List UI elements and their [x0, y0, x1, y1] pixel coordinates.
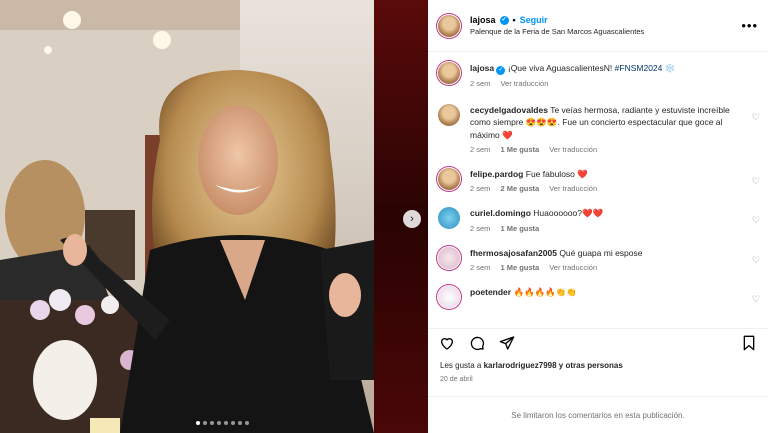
carousel-dot [245, 421, 249, 425]
post-header: lajosa ✓ • Seguir Palenque de la Feria d… [428, 0, 768, 52]
more-horizontal-icon[interactable]: ••• [741, 18, 758, 33]
comment-time[interactable]: 2 sem [470, 184, 490, 193]
post-media[interactable]: › [0, 0, 428, 433]
comment-body: Qué guapa mi espose [559, 247, 643, 258]
caption-username[interactable]: lajosa [470, 63, 494, 73]
heart-icon[interactable] [438, 334, 456, 352]
follow-button[interactable]: Seguir [520, 14, 548, 26]
comments-list[interactable]: lajosa ✓ ¡Que viva AguascalientesN! #FNS… [428, 52, 768, 324]
carousel-dot [224, 421, 228, 425]
caption-emoji: ❄️ [664, 63, 676, 73]
comment-likes[interactable]: 1 Me gusta [500, 224, 539, 233]
comment-item: fhermosajosafan2005 Qué guapa mi espose … [428, 246, 768, 272]
comment-translate[interactable]: Ver traducción [549, 145, 597, 154]
verified-badge-icon: ✓ [496, 66, 506, 75]
comment-time[interactable]: 2 sem [470, 263, 490, 272]
comment-username[interactable]: curiel.domingo [470, 208, 531, 218]
comment-translate[interactable]: Ver traducción [549, 263, 597, 272]
heart-icon[interactable]: ♡ [752, 176, 760, 187]
commenter-avatar[interactable] [438, 167, 460, 190]
heart-icon[interactable]: ♡ [752, 112, 760, 123]
likes-suffix[interactable]: y otras personas [559, 361, 623, 370]
comment-username[interactable]: felipe.pardog [470, 169, 523, 179]
comment-item: cecydelgadovaldes Te veías hermosa, radi… [428, 104, 768, 154]
chevron-right-icon: › [410, 213, 414, 225]
comment-username[interactable]: cecydelgadovaldes [470, 105, 548, 115]
comment-text: fhermosajosafan2005 Qué guapa mi espose [470, 247, 750, 259]
next-photo-button[interactable]: › [403, 210, 421, 228]
comment-body: Huaoooooo?❤️❤️ [533, 208, 604, 219]
comment-likes[interactable]: 1 Me gusta [500, 145, 539, 154]
carousel-dot [217, 421, 221, 425]
likes-prefix: Les gusta a [440, 361, 482, 370]
carousel-dot [238, 421, 242, 425]
comment-time[interactable]: 2 sem [470, 224, 490, 233]
share-icon[interactable] [498, 334, 516, 352]
heart-icon[interactable]: ♡ [752, 255, 760, 266]
caption-hashtag[interactable]: #FNSM2024 [615, 63, 663, 73]
comment-icon[interactable] [468, 334, 486, 352]
comment-body: 🔥🔥🔥🔥👏👏 [513, 286, 577, 297]
comment-text: poetender 🔥🔥🔥🔥👏👏 [470, 286, 750, 298]
bookmark-icon[interactable] [740, 334, 758, 352]
carousel-dot [203, 421, 207, 425]
caption-item: lajosa ✓ ¡Que viva AguascalientesN! #FNS… [428, 62, 768, 88]
post-date[interactable]: 20 de abril [440, 376, 473, 383]
heart-icon[interactable]: ♡ [752, 215, 760, 226]
comment-body: Fue fabuloso ❤️ [525, 168, 588, 179]
commenter-avatar[interactable] [438, 285, 460, 308]
comment-likes[interactable]: 1 Me gusta [500, 263, 539, 272]
carousel-dot [210, 421, 214, 425]
carousel-dot [196, 421, 200, 425]
post-detail-panel: lajosa ✓ • Seguir Palenque de la Feria d… [428, 0, 768, 433]
caption-avatar[interactable] [438, 62, 460, 84]
verified-badge-icon: ✓ [499, 15, 509, 25]
commenter-avatar[interactable] [438, 246, 460, 269]
likes-user[interactable]: karlarodriguez7998 [484, 361, 557, 370]
separator-dot: • [512, 15, 516, 26]
comment-username[interactable]: fhermosajosafan2005 [470, 248, 557, 258]
carousel-dots [196, 421, 249, 425]
commenter-avatar[interactable] [438, 207, 460, 230]
author-avatar[interactable] [438, 14, 460, 37]
comment-text: cecydelgadovaldes Te veías hermosa, radi… [470, 104, 750, 141]
comment-item: poetender 🔥🔥🔥🔥👏👏 ♡ [428, 285, 768, 308]
comment-likes[interactable]: 2 Me gusta [500, 184, 539, 193]
post-photo [0, 0, 374, 433]
caption-time[interactable]: 2 sem [470, 79, 490, 88]
post-location[interactable]: Palenque de la Feria de San Marcos Aguas… [470, 27, 644, 37]
comment-translate[interactable]: Ver traducción [549, 184, 597, 193]
caption-translate[interactable]: Ver traducción [500, 79, 548, 88]
comment-item: curiel.domingo Huaoooooo?❤️❤️ 2 sem 1 Me… [428, 207, 768, 233]
comment-text: felipe.pardog Fue fabuloso ❤️ [470, 168, 750, 180]
post-actions-bar [428, 328, 768, 356]
carousel-dot [231, 421, 235, 425]
author-username[interactable]: lajosa [470, 14, 496, 26]
comments-limited-notice: Se limitaron los comentarios en esta pub… [428, 396, 768, 433]
likes-summary: Les gusta a karlarodriguez7998 y otras p… [440, 361, 623, 370]
commenter-avatar[interactable] [438, 104, 460, 126]
comment-username[interactable]: poetender [470, 287, 511, 297]
heart-icon[interactable]: ♡ [752, 294, 760, 305]
photo-illustration [0, 0, 374, 433]
comment-text: curiel.domingo Huaoooooo?❤️❤️ [470, 207, 750, 219]
comment-item: felipe.pardog Fue fabuloso ❤️ 2 sem 2 Me… [428, 167, 768, 193]
instagram-post-viewer: › lajosa ✓ • Seguir Palenque de la Feria… [0, 0, 768, 433]
comment-time[interactable]: 2 sem [470, 145, 490, 154]
caption-text: lajosa ✓ ¡Que viva AguascalientesN! #FNS… [470, 62, 750, 75]
caption-body: ¡Que viva AguascalientesN! [507, 63, 613, 73]
